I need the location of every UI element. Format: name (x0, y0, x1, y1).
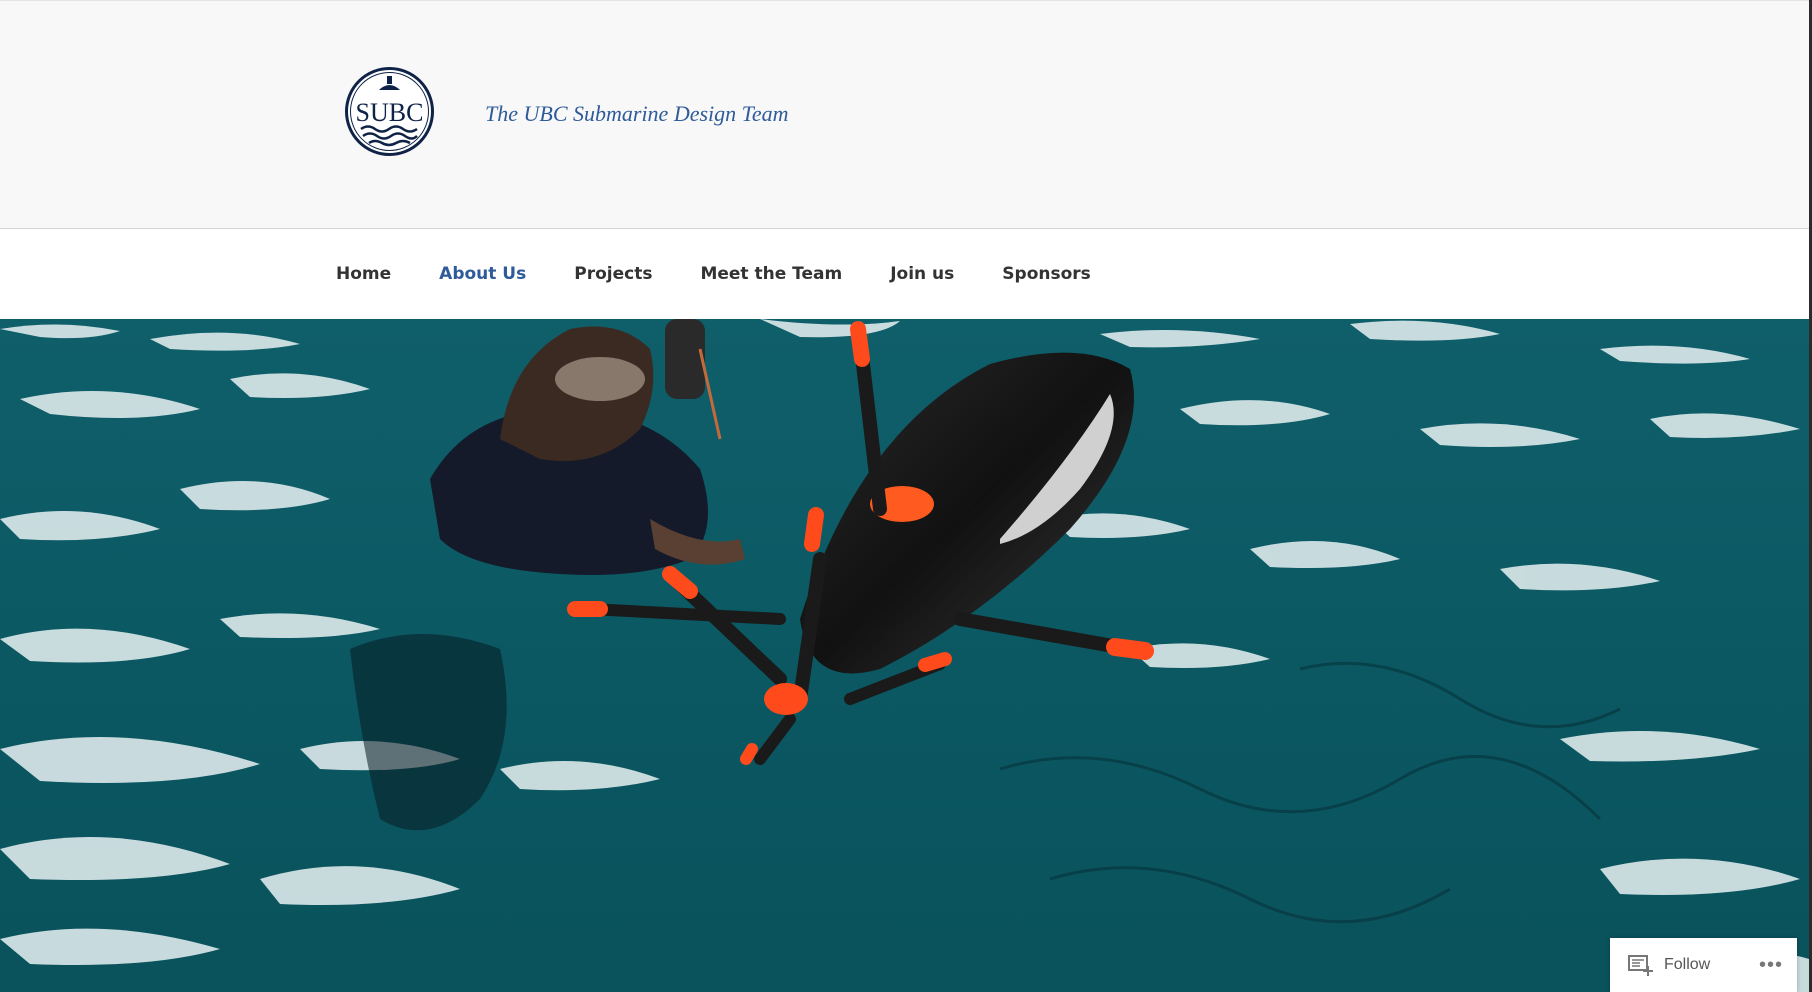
nav-list: Home About Us Projects Meet the Team Joi… (336, 229, 1139, 319)
page: SUBC The UBC Submarine Design Team Home … (0, 0, 1812, 992)
follow-label: Follow (1664, 956, 1711, 973)
diver (430, 319, 745, 575)
nav-item-meet-the-team[interactable]: Meet the Team (700, 264, 842, 284)
nav-item-join-us[interactable]: Join us (890, 264, 954, 284)
follow-bar: Follow ••• (1610, 938, 1797, 992)
site-header: SUBC The UBC Submarine Design Team (0, 0, 1809, 229)
nav-item-about-us[interactable]: About Us (439, 264, 526, 284)
logo-text: SUBC (356, 98, 424, 127)
reader-follow-icon (1628, 955, 1653, 976)
nav-item-sponsors[interactable]: Sponsors (1002, 264, 1091, 284)
hero-image (0, 319, 1809, 992)
hero-photo-illustration (0, 319, 1809, 992)
main-navigation: Home About Us Projects Meet the Team Joi… (0, 229, 1809, 319)
nav-item-home[interactable]: Home (336, 264, 391, 284)
ellipsis-icon[interactable]: ••• (1759, 955, 1783, 975)
nav-item-projects[interactable]: Projects (574, 264, 652, 284)
subc-logo[interactable]: SUBC (344, 66, 435, 157)
follow-button[interactable]: Follow (1628, 954, 1710, 976)
site-description: The UBC Submarine Design Team (485, 101, 789, 126)
